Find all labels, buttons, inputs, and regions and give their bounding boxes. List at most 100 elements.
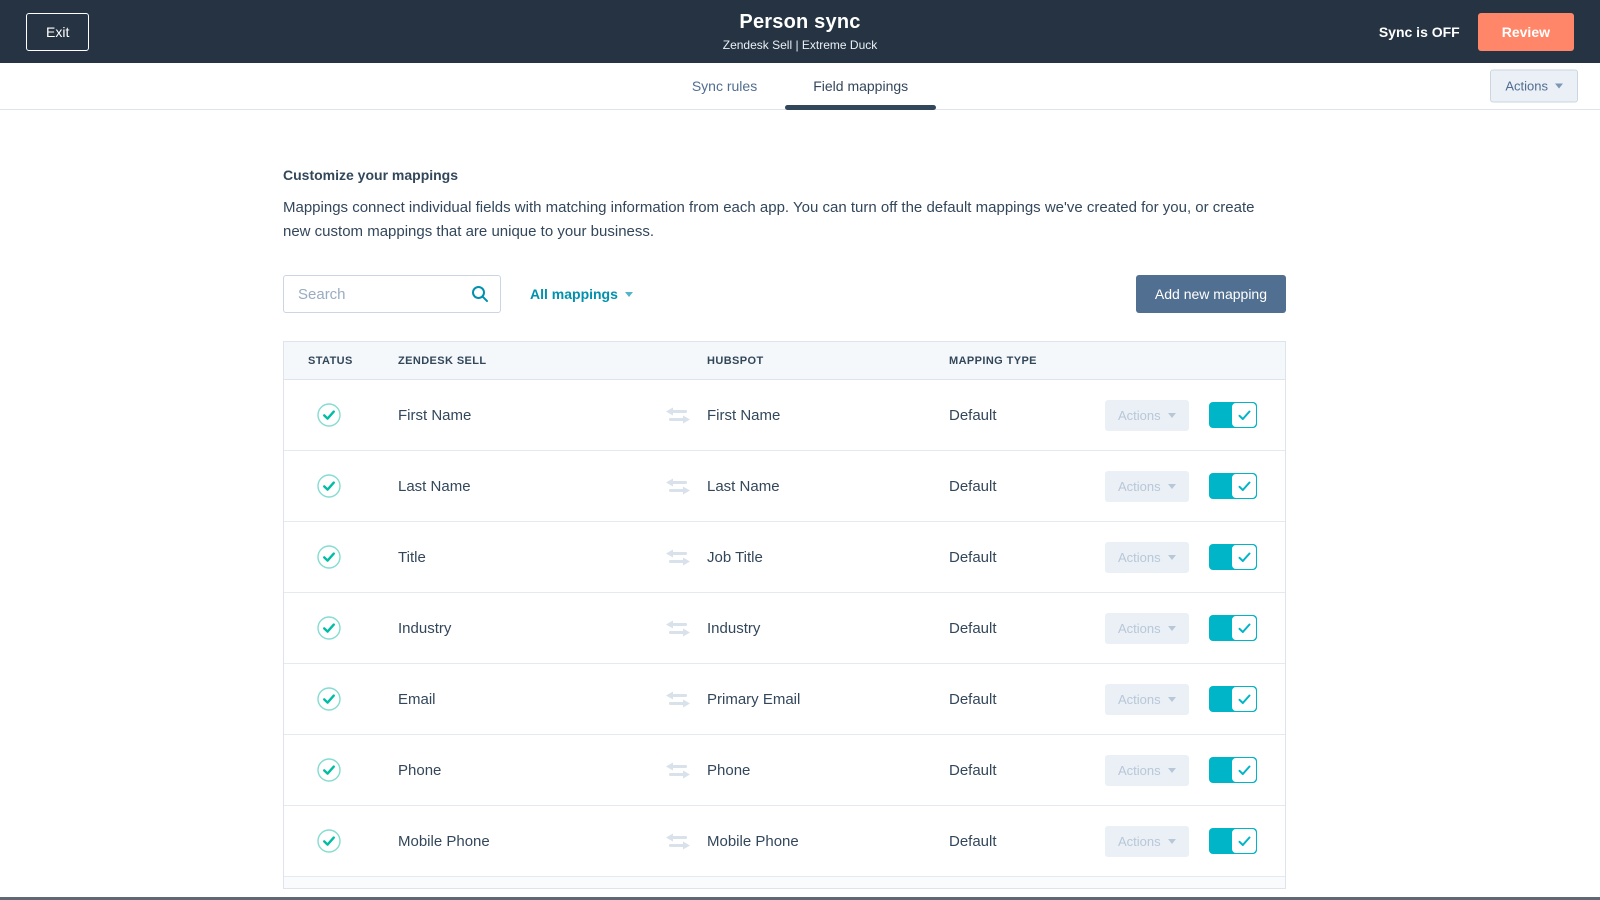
row-actions-label: Actions [1118, 408, 1161, 423]
mapping-toggle[interactable] [1209, 402, 1257, 428]
status-success-icon [317, 474, 341, 498]
row-actions-cell: Actions [1105, 826, 1209, 857]
row-actions-button[interactable]: Actions [1105, 400, 1189, 431]
hubspot-field-name: Industry [707, 620, 949, 637]
check-icon [1238, 694, 1251, 705]
status-cell [284, 616, 398, 640]
search-icon [471, 285, 489, 303]
toggle-cell [1209, 615, 1285, 641]
row-actions-cell: Actions [1105, 613, 1209, 644]
zendesk-field-name: Title [398, 549, 648, 566]
row-actions-label: Actions [1118, 479, 1161, 494]
status-success-icon [317, 403, 341, 427]
row-actions-button[interactable]: Actions [1105, 684, 1189, 715]
person-sync-page: Exit Person sync Zendesk Sell | Extreme … [0, 0, 1600, 889]
row-actions-button[interactable]: Actions [1105, 755, 1189, 786]
sync-arrows-cell [648, 620, 707, 637]
row-actions-button[interactable]: Actions [1105, 826, 1189, 857]
check-icon [1238, 552, 1251, 563]
status-cell [284, 403, 398, 427]
mapping-type: Default [949, 478, 1105, 495]
row-actions-button[interactable]: Actions [1105, 471, 1189, 502]
row-actions-cell: Actions [1105, 684, 1209, 715]
check-icon [1238, 765, 1251, 776]
status-success-icon [317, 829, 341, 853]
sync-status-label: Sync is OFF [1379, 24, 1460, 40]
mapping-toggle[interactable] [1209, 473, 1257, 499]
sync-arrows-cell [648, 407, 707, 424]
row-actions-label: Actions [1118, 550, 1161, 565]
status-cell [284, 687, 398, 711]
tab-sync-rules[interactable]: Sync rules [664, 63, 785, 109]
status-success-icon [317, 545, 341, 569]
status-cell [284, 545, 398, 569]
zendesk-field-name: Last Name [398, 478, 648, 495]
mapping-type: Default [949, 691, 1105, 708]
column-header-zendesk-sell: ZENDESK SELL [398, 355, 648, 367]
tab-field-mappings[interactable]: Field mappings [785, 63, 936, 109]
sync-direction-icon [665, 407, 691, 424]
hubspot-field-name: First Name [707, 407, 949, 424]
sync-direction-icon [665, 478, 691, 495]
sync-direction-icon [665, 549, 691, 566]
mapping-toggle[interactable] [1209, 615, 1257, 641]
partial-next-row [284, 877, 1285, 889]
toggle-cell [1209, 686, 1285, 712]
row-actions-cell: Actions [1105, 542, 1209, 573]
mapping-type: Default [949, 762, 1105, 779]
mapping-toggle[interactable] [1209, 757, 1257, 783]
mapping-toggle[interactable] [1209, 828, 1257, 854]
section-heading: Customize your mappings [283, 167, 1286, 183]
mapping-toggle[interactable] [1209, 544, 1257, 570]
status-cell [284, 829, 398, 853]
section-description: Mappings connect individual fields with … [283, 196, 1286, 244]
column-header-status: STATUS [284, 355, 398, 367]
sync-direction-icon [665, 691, 691, 708]
page-title: Person sync [723, 11, 878, 34]
hubspot-field-name: Job Title [707, 549, 949, 566]
toggle-knob [1231, 828, 1257, 854]
sync-arrows-cell [648, 691, 707, 708]
table-body: First Name First Name Default Actions [284, 380, 1285, 877]
exit-button[interactable]: Exit [26, 13, 89, 51]
hubspot-field-name: Phone [707, 762, 949, 779]
check-icon [1238, 481, 1251, 492]
hubspot-field-name: Mobile Phone [707, 833, 949, 850]
zendesk-field-name: Mobile Phone [398, 833, 648, 850]
page-actions-button[interactable]: Actions [1490, 70, 1578, 103]
mapping-row: First Name First Name Default Actions [284, 380, 1285, 451]
toggle-knob [1231, 757, 1257, 783]
hubspot-field-name: Primary Email [707, 691, 949, 708]
row-actions-button[interactable]: Actions [1105, 613, 1189, 644]
mapping-toggle[interactable] [1209, 686, 1257, 712]
row-actions-cell: Actions [1105, 400, 1209, 431]
check-icon [1238, 836, 1251, 847]
zendesk-field-name: Phone [398, 762, 648, 779]
chevron-down-icon [1168, 555, 1176, 560]
tab-field-mappings-label: Field mappings [813, 78, 908, 94]
add-new-mapping-button[interactable]: Add new mapping [1136, 275, 1286, 313]
status-success-icon [317, 616, 341, 640]
main-content: Customize your mappings Mappings connect… [283, 167, 1286, 889]
chevron-down-icon [1168, 484, 1176, 489]
row-actions-cell: Actions [1105, 471, 1209, 502]
mappings-filter-dropdown[interactable]: All mappings [530, 286, 633, 302]
row-actions-label: Actions [1118, 692, 1161, 707]
search-input[interactable] [283, 275, 501, 313]
chevron-down-icon [1555, 84, 1563, 89]
mapping-type: Default [949, 549, 1105, 566]
chevron-down-icon [1168, 626, 1176, 631]
toggle-knob [1231, 402, 1257, 428]
toggle-cell [1209, 473, 1285, 499]
row-actions-button[interactable]: Actions [1105, 542, 1189, 573]
toggle-knob [1231, 544, 1257, 570]
status-cell [284, 474, 398, 498]
sync-direction-icon [665, 833, 691, 850]
toggle-knob [1231, 686, 1257, 712]
review-button[interactable]: Review [1478, 13, 1574, 51]
mapping-type: Default [949, 407, 1105, 424]
mapping-row: Email Primary Email Default Actions [284, 664, 1285, 735]
chevron-down-icon [1168, 839, 1176, 844]
page-subtitle: Zendesk Sell | Extreme Duck [723, 38, 878, 52]
zendesk-field-name: Email [398, 691, 648, 708]
